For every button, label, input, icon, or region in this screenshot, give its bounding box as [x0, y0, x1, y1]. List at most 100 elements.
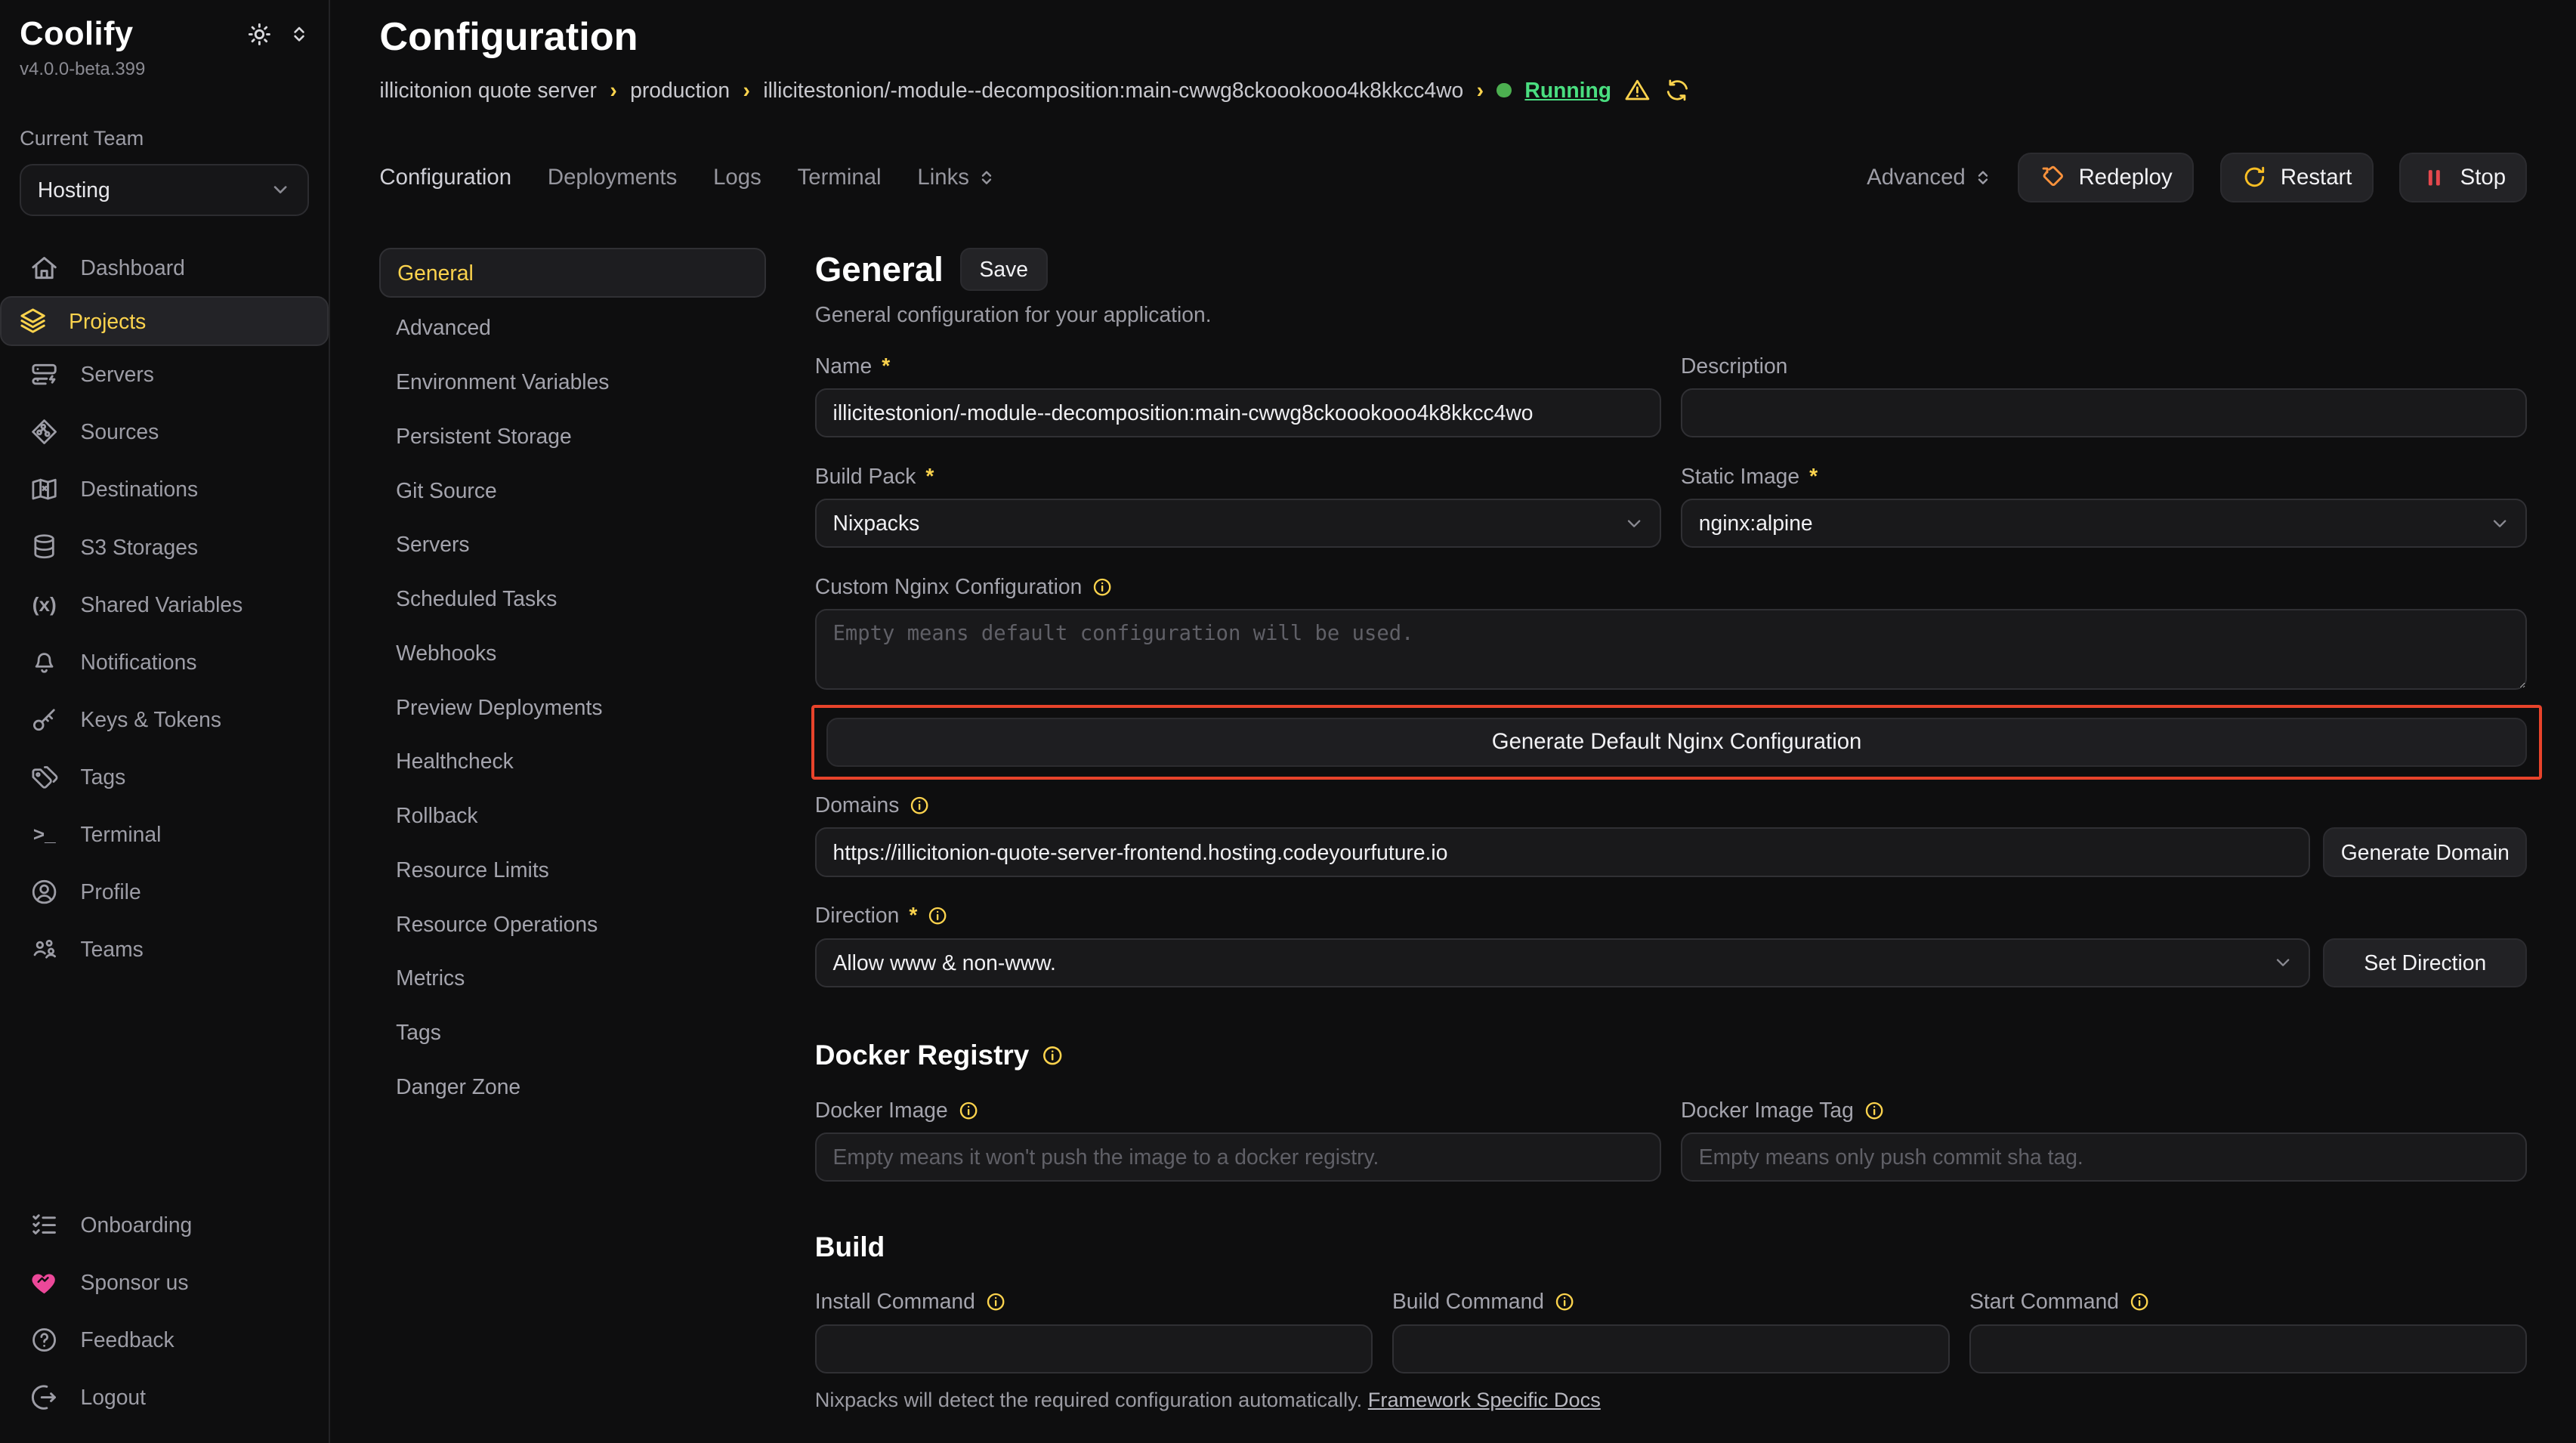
- general-heading: General: [815, 250, 944, 289]
- info-icon[interactable]: [985, 1291, 1006, 1312]
- subnav-item-servers[interactable]: Servers: [379, 521, 765, 568]
- direction-select[interactable]: Allow www & non-www.: [815, 938, 2310, 987]
- sidebar-item-keys-tokens[interactable]: Keys & Tokens: [0, 691, 329, 748]
- subnav-item-resource-limits[interactable]: Resource Limits: [379, 846, 765, 894]
- subnav-item-webhooks[interactable]: Webhooks: [379, 629, 765, 677]
- subnav-item-scheduled-tasks[interactable]: Scheduled Tasks: [379, 575, 765, 623]
- info-icon[interactable]: [958, 1100, 979, 1121]
- custom-nginx-textarea[interactable]: [815, 609, 2527, 690]
- framework-docs-link[interactable]: Framework Specific Docs: [1368, 1388, 1601, 1411]
- subnav-item-tags[interactable]: Tags: [379, 1009, 765, 1056]
- direction-value: Allow www & non-www.: [833, 950, 1056, 975]
- chevron-down-icon: [270, 179, 291, 200]
- breadcrumb-application[interactable]: illicitestonion/-module--decomposition:m…: [763, 78, 1463, 103]
- info-icon[interactable]: [1554, 1291, 1575, 1312]
- info-icon[interactable]: [909, 795, 930, 816]
- subnav-item-general[interactable]: General: [379, 248, 765, 297]
- info-icon[interactable]: [1864, 1100, 1885, 1121]
- docker-image-tag-input[interactable]: [1681, 1132, 2527, 1182]
- sidebar-item-s3-storages[interactable]: S3 Storages: [0, 518, 329, 576]
- info-icon[interactable]: [2129, 1291, 2150, 1312]
- build-pack-select[interactable]: Nixpacks: [815, 499, 1661, 548]
- build-command-input[interactable]: [1392, 1324, 1950, 1373]
- sidebar-item-teams[interactable]: Teams: [0, 921, 329, 978]
- breadcrumb-project[interactable]: illicitonion quote server: [379, 78, 597, 103]
- subnav-item-preview-deployments[interactable]: Preview Deployments: [379, 684, 765, 731]
- subnav-item-healthcheck[interactable]: Healthcheck: [379, 737, 765, 785]
- info-icon[interactable]: [1041, 1044, 1064, 1067]
- team-select[interactable]: Hosting: [20, 164, 309, 216]
- sidebar-item-label: Onboarding: [81, 1213, 193, 1238]
- save-button[interactable]: Save: [960, 248, 1048, 291]
- subnav-label: Metrics: [396, 966, 465, 990]
- team-select-value: Hosting: [38, 178, 110, 202]
- static-image-select[interactable]: nginx:alpine: [1681, 499, 2527, 548]
- sidebar-item-label: S3 Storages: [81, 535, 199, 560]
- docker-image-input[interactable]: [815, 1132, 1661, 1182]
- subnav-item-metrics[interactable]: Metrics: [379, 954, 765, 1002]
- subnav-label: Preview Deployments: [396, 695, 602, 720]
- restart-button[interactable]: Restart: [2220, 153, 2374, 202]
- subnav-label: Resource Operations: [396, 912, 598, 937]
- generate-domain-button[interactable]: Generate Domain: [2323, 827, 2527, 876]
- tab-configuration[interactable]: Configuration: [379, 165, 511, 190]
- tab-terminal[interactable]: Terminal: [798, 165, 882, 190]
- sidebar-item-terminal[interactable]: >_ Terminal: [0, 806, 329, 864]
- info-icon[interactable]: [927, 905, 948, 926]
- page-title: Configuration: [379, 13, 2527, 62]
- redeploy-button[interactable]: Redeploy: [2018, 153, 2193, 202]
- sidebar-item-servers[interactable]: Servers: [0, 346, 329, 403]
- warning-triangle-icon[interactable]: [1624, 77, 1651, 104]
- sidebar-item-dashboard[interactable]: Dashboard: [0, 239, 329, 296]
- stop-label: Stop: [2460, 165, 2506, 190]
- install-command-label: Install Command: [815, 1289, 975, 1314]
- subnav-item-git-source[interactable]: Git Source: [379, 467, 765, 514]
- sidebar-item-feedback[interactable]: Feedback: [0, 1312, 327, 1369]
- sidebar-item-notifications[interactable]: Notifications: [0, 633, 329, 691]
- subnav-label: Servers: [396, 532, 469, 557]
- sidebar-item-profile[interactable]: Profile: [0, 864, 329, 921]
- users-icon: [29, 935, 59, 964]
- set-direction-button[interactable]: Set Direction: [2323, 938, 2527, 987]
- subnav-label: Tags: [396, 1020, 441, 1045]
- subnav-item-advanced[interactable]: Advanced: [379, 304, 765, 351]
- subnav-item-danger-zone[interactable]: Danger Zone: [379, 1063, 765, 1111]
- sidebar-item-tags[interactable]: Tags: [0, 749, 329, 806]
- description-input[interactable]: [1681, 388, 2527, 437]
- info-icon[interactable]: [1092, 576, 1113, 598]
- sidebar-item-sources[interactable]: Sources: [0, 403, 329, 461]
- subnav-label: Healthcheck: [396, 749, 514, 774]
- chevron-down-icon: [1623, 513, 1645, 534]
- breadcrumb: illicitonion quote server › production ›…: [379, 77, 2527, 104]
- name-input[interactable]: [815, 388, 1661, 437]
- sidebar-item-label: Shared Variables: [81, 592, 243, 617]
- sidebar-item-logout[interactable]: Logout: [0, 1369, 327, 1426]
- sidebar-item-destinations[interactable]: Destinations: [0, 461, 329, 518]
- stop-button[interactable]: Stop: [2399, 153, 2527, 202]
- refresh-icon[interactable]: [1664, 77, 1691, 104]
- name-label: Name: [815, 354, 872, 379]
- theme-switch-chevrons-icon[interactable]: [289, 23, 309, 45]
- install-command-input[interactable]: [815, 1324, 1373, 1373]
- sidebar-item-projects[interactable]: Projects: [0, 296, 329, 345]
- tab-deployments[interactable]: Deployments: [548, 165, 677, 190]
- start-command-input[interactable]: [1969, 1324, 2527, 1373]
- sidebar-item-label: Keys & Tokens: [81, 707, 221, 732]
- tab-logs[interactable]: Logs: [713, 165, 761, 190]
- sidebar-item-onboarding[interactable]: Onboarding: [0, 1196, 327, 1253]
- advanced-dropdown[interactable]: Advanced: [1867, 165, 1991, 190]
- generate-nginx-config-button[interactable]: Generate Default Nginx Configuration: [826, 718, 2528, 767]
- domains-input[interactable]: [815, 827, 2310, 876]
- sidebar-item-label: Sponsor us: [81, 1270, 189, 1295]
- sidebar-item-sponsor[interactable]: Sponsor us: [0, 1254, 327, 1312]
- theme-sun-icon[interactable]: [246, 21, 273, 48]
- subnav-item-resource-operations[interactable]: Resource Operations: [379, 901, 765, 948]
- tab-links[interactable]: Links: [917, 165, 995, 190]
- subnav-item-environment-variables[interactable]: Environment Variables: [379, 358, 765, 406]
- breadcrumb-environment[interactable]: production: [630, 78, 730, 103]
- subnav-item-persistent-storage[interactable]: Persistent Storage: [379, 413, 765, 460]
- subnav-item-rollback[interactable]: Rollback: [379, 792, 765, 839]
- sidebar-item-shared-variables[interactable]: (x) Shared Variables: [0, 576, 329, 633]
- git-source-icon: [29, 417, 59, 446]
- status-running-link[interactable]: Running: [1524, 78, 1611, 103]
